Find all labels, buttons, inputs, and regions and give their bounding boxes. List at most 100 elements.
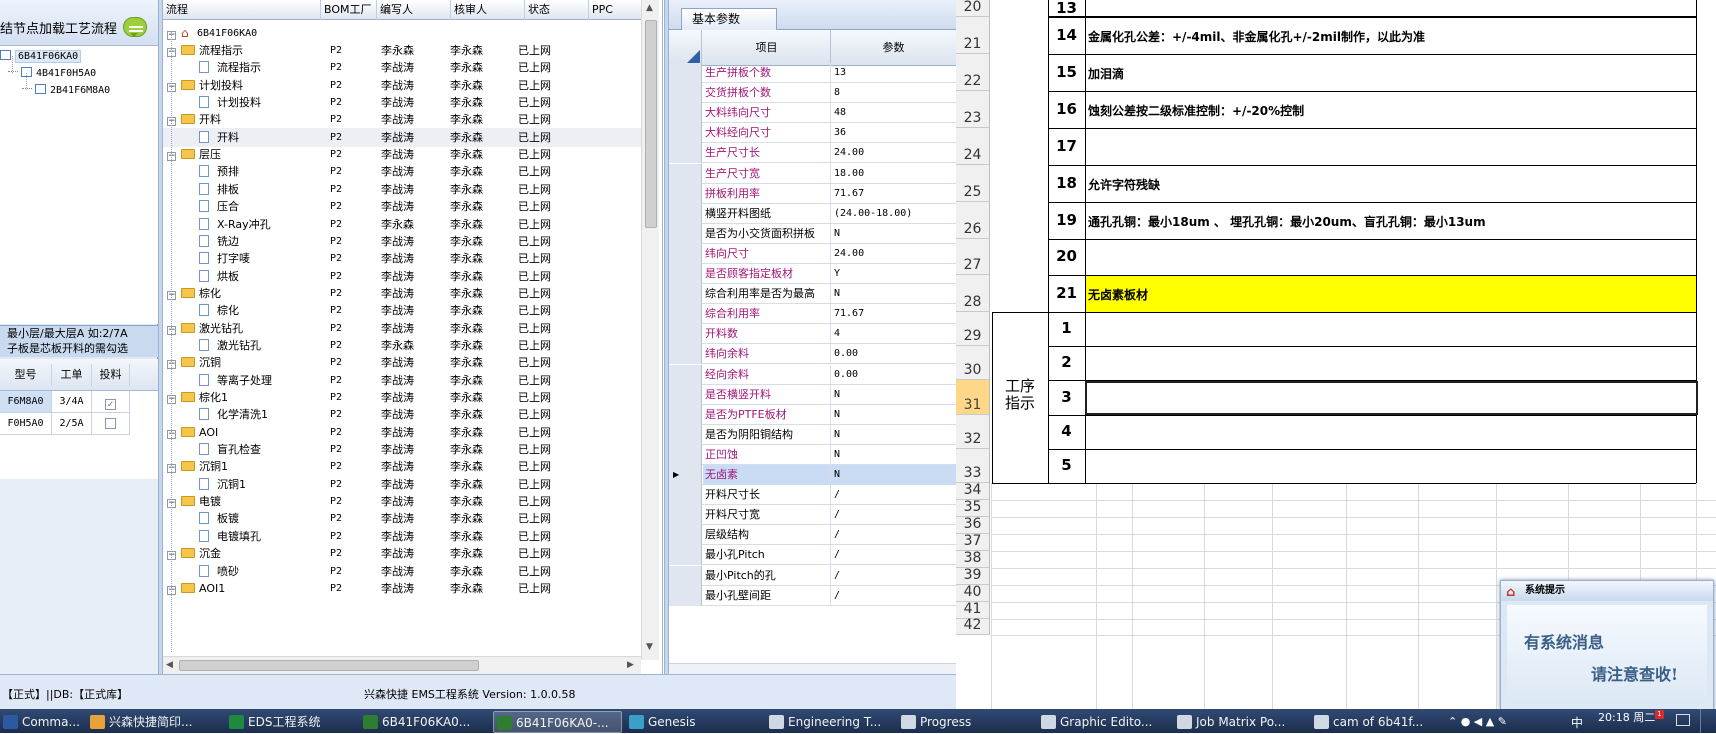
row-header[interactable]: 39 <box>956 567 990 585</box>
param-value[interactable]: 36 <box>831 123 956 143</box>
cell-model[interactable]: F0H5A0 <box>0 413 52 435</box>
process-step-row[interactable]: 排板 P2 李战涛 李永森 已上网 <box>163 180 641 199</box>
process-step-row[interactable]: 盲孔检查 P2 李战涛 李永森 已上网 <box>163 440 641 459</box>
param-row[interactable]: 大料纬向尺寸 48 <box>669 103 956 124</box>
feed-checkbox-cell[interactable] <box>92 391 130 413</box>
spec-text[interactable]: 蚀刻公差按二级标准控制：+/-20%控制 <box>1088 102 1304 119</box>
process-step-row[interactable]: 板镀 P2 李战涛 李永森 已上网 <box>163 509 641 528</box>
process-vertical-scrollbar[interactable]: ▲ ▼ <box>641 0 659 660</box>
row-indicator[interactable] <box>669 143 702 164</box>
scroll-thumb[interactable] <box>179 660 479 671</box>
row-header[interactable]: 28 <box>956 275 990 312</box>
param-value[interactable]: 18.00 <box>831 164 956 184</box>
process-step-row[interactable]: 烘板 P2 李战涛 李永森 已上网 <box>163 267 641 286</box>
row-header[interactable]: 34 <box>956 482 990 500</box>
row-header[interactable]: 37 <box>956 533 990 551</box>
param-row[interactable]: 生产拼板个数 13 <box>669 63 956 84</box>
process-group-row[interactable]: − 沉铜1 P2 李战涛 李永森 已上网 <box>163 457 641 476</box>
param-value[interactable]: 24.00 <box>831 244 956 264</box>
select-all-corner-icon[interactable] <box>686 50 700 64</box>
row-header[interactable]: 42 <box>956 617 990 635</box>
process-group-row[interactable]: − AOI P2 李战涛 李永森 已上网 <box>163 423 641 442</box>
feed-checkbox-cell[interactable] <box>92 413 130 435</box>
row-indicator[interactable] <box>669 183 702 204</box>
process-step-row[interactable]: 化学清洗1 P2 李战涛 李永森 已上网 <box>163 405 641 424</box>
row-indicator[interactable] <box>669 424 702 445</box>
param-row[interactable]: 经向余料 0.00 <box>669 364 956 385</box>
taskbar-app[interactable]: 6B41F06KA0... <box>360 711 489 733</box>
param-value[interactable]: 24.00 <box>831 143 956 163</box>
param-row[interactable]: 正凹蚀 N <box>669 444 956 465</box>
tab-basic-params[interactable]: 基本参数 <box>681 8 777 30</box>
param-value[interactable]: N <box>831 405 956 425</box>
param-value[interactable]: 13 <box>831 63 956 83</box>
taskbar-app[interactable]: 6B41F06KA0-... <box>493 711 622 733</box>
param-row[interactable]: 综合利用率 71.67 <box>669 304 956 325</box>
taskbar-app[interactable]: 兴森快捷简印... <box>87 711 222 733</box>
param-row[interactable]: 是否为小交货面积拼板 N <box>669 223 956 244</box>
process-step-row[interactable]: 棕化 P2 李战涛 李永森 已上网 <box>163 301 641 320</box>
param-row[interactable]: 最小孔Pitch / <box>669 545 956 566</box>
row-indicator[interactable] <box>669 404 702 425</box>
show-desktop-button[interactable] <box>1700 709 1716 733</box>
param-value[interactable]: N <box>831 284 956 304</box>
param-row[interactable]: 交货拼板个数 8 <box>669 83 956 104</box>
row-indicator[interactable] <box>669 284 702 305</box>
param-value[interactable]: 8 <box>831 83 956 103</box>
col-header-feed[interactable]: 投料 <box>92 364 130 386</box>
taskbar-app[interactable]: Job Matrix Po... <box>1174 711 1307 733</box>
process-group-row[interactable]: − 计划投料 P2 李战涛 李永森 已上网 <box>163 76 641 95</box>
param-row[interactable]: 开料数 4 <box>669 324 956 345</box>
spec-text[interactable]: 加泪滴 <box>1088 65 1124 82</box>
row-header[interactable]: 27 <box>956 239 990 275</box>
param-row[interactable]: 生产尺寸宽 18.00 <box>669 163 956 184</box>
process-step-row[interactable]: 预排 P2 李战涛 李永森 已上网 <box>163 162 641 181</box>
param-row[interactable]: 是否为阴阳铜结构 N <box>669 424 956 445</box>
row-indicator[interactable] <box>669 364 702 385</box>
param-value[interactable]: (24.00-18.00) <box>831 204 956 224</box>
param-value[interactable]: N <box>831 465 956 486</box>
param-value[interactable]: 71.67 <box>831 184 956 204</box>
param-row[interactable]: 纬向余料 0.00 <box>669 344 956 365</box>
row-header[interactable]: 30 <box>956 346 990 380</box>
process-step-row[interactable]: 铣边 P2 李战涛 李永森 已上网 <box>163 232 641 251</box>
param-value[interactable]: 0.00 <box>831 365 956 385</box>
row-indicator[interactable] <box>669 485 702 506</box>
param-row[interactable]: 最小Pitch的孔 / <box>669 565 956 586</box>
row-indicator[interactable] <box>669 163 702 184</box>
param-value[interactable]: 0.00 <box>831 344 956 364</box>
param-row[interactable]: 大料经向尺寸 36 <box>669 123 956 144</box>
row-header[interactable]: 29 <box>956 312 990 346</box>
process-step-row[interactable]: 压合 P2 李战涛 李永森 已上网 <box>163 197 641 216</box>
taskbar-app[interactable]: Engineering T... <box>766 711 894 733</box>
param-value[interactable]: / <box>831 566 956 586</box>
process-step-row[interactable]: 开料 P2 李战涛 李永森 已上网 <box>163 127 641 147</box>
row-header[interactable]: 23 <box>956 91 990 128</box>
param-row[interactable]: 是否顾客指定板材 Y <box>669 264 956 285</box>
scroll-right-icon[interactable]: ▶ <box>627 660 634 670</box>
col-header-value[interactable]: 参数 <box>831 30 956 66</box>
param-row[interactable]: 拼板利用率 71.67 <box>669 183 956 204</box>
process-group-row[interactable]: − 电镀 P2 李战涛 李永森 已上网 <box>163 492 641 511</box>
col-header-writer[interactable]: 编写人 <box>377 0 451 20</box>
row-indicator[interactable] <box>669 264 702 285</box>
row-indicator[interactable] <box>669 324 702 345</box>
tray-icons[interactable]: ⌃ ● ◀ ▲ ✎ <box>1448 715 1507 728</box>
param-row[interactable]: 层级结构 / <box>669 525 956 546</box>
param-row[interactable]: ▶ 无卤素 N <box>669 465 956 486</box>
col-header-ppc[interactable]: PPC <box>589 0 641 20</box>
process-group-row[interactable]: − 层压 P2 李战涛 李永森 已上网 <box>163 145 641 164</box>
process-group-row[interactable]: − 沉铜 P2 李战涛 李永森 已上网 <box>163 353 641 372</box>
param-value[interactable]: N <box>831 425 956 445</box>
col-header-order[interactable]: 工单 <box>52 364 92 386</box>
row-header[interactable]: 33 <box>956 449 990 483</box>
process-group-row[interactable]: − AOI1 P2 李战涛 李永森 已上网 <box>163 579 641 598</box>
param-value[interactable]: 71.67 <box>831 304 956 324</box>
cell-model[interactable]: F6M8A0 <box>0 391 52 413</box>
param-row[interactable]: 开料尺寸长 / <box>669 485 956 506</box>
process-step-row[interactable]: 沉铜1 P2 李战涛 李永森 已上网 <box>163 475 641 494</box>
row-header[interactable]: 36 <box>956 516 990 534</box>
process-step-row[interactable]: 计划投料 P2 李战涛 李永森 已上网 <box>163 93 641 112</box>
param-value[interactable]: / <box>831 586 956 606</box>
process-group-row[interactable]: − 开料 P2 李战涛 李永森 已上网 <box>163 110 641 129</box>
